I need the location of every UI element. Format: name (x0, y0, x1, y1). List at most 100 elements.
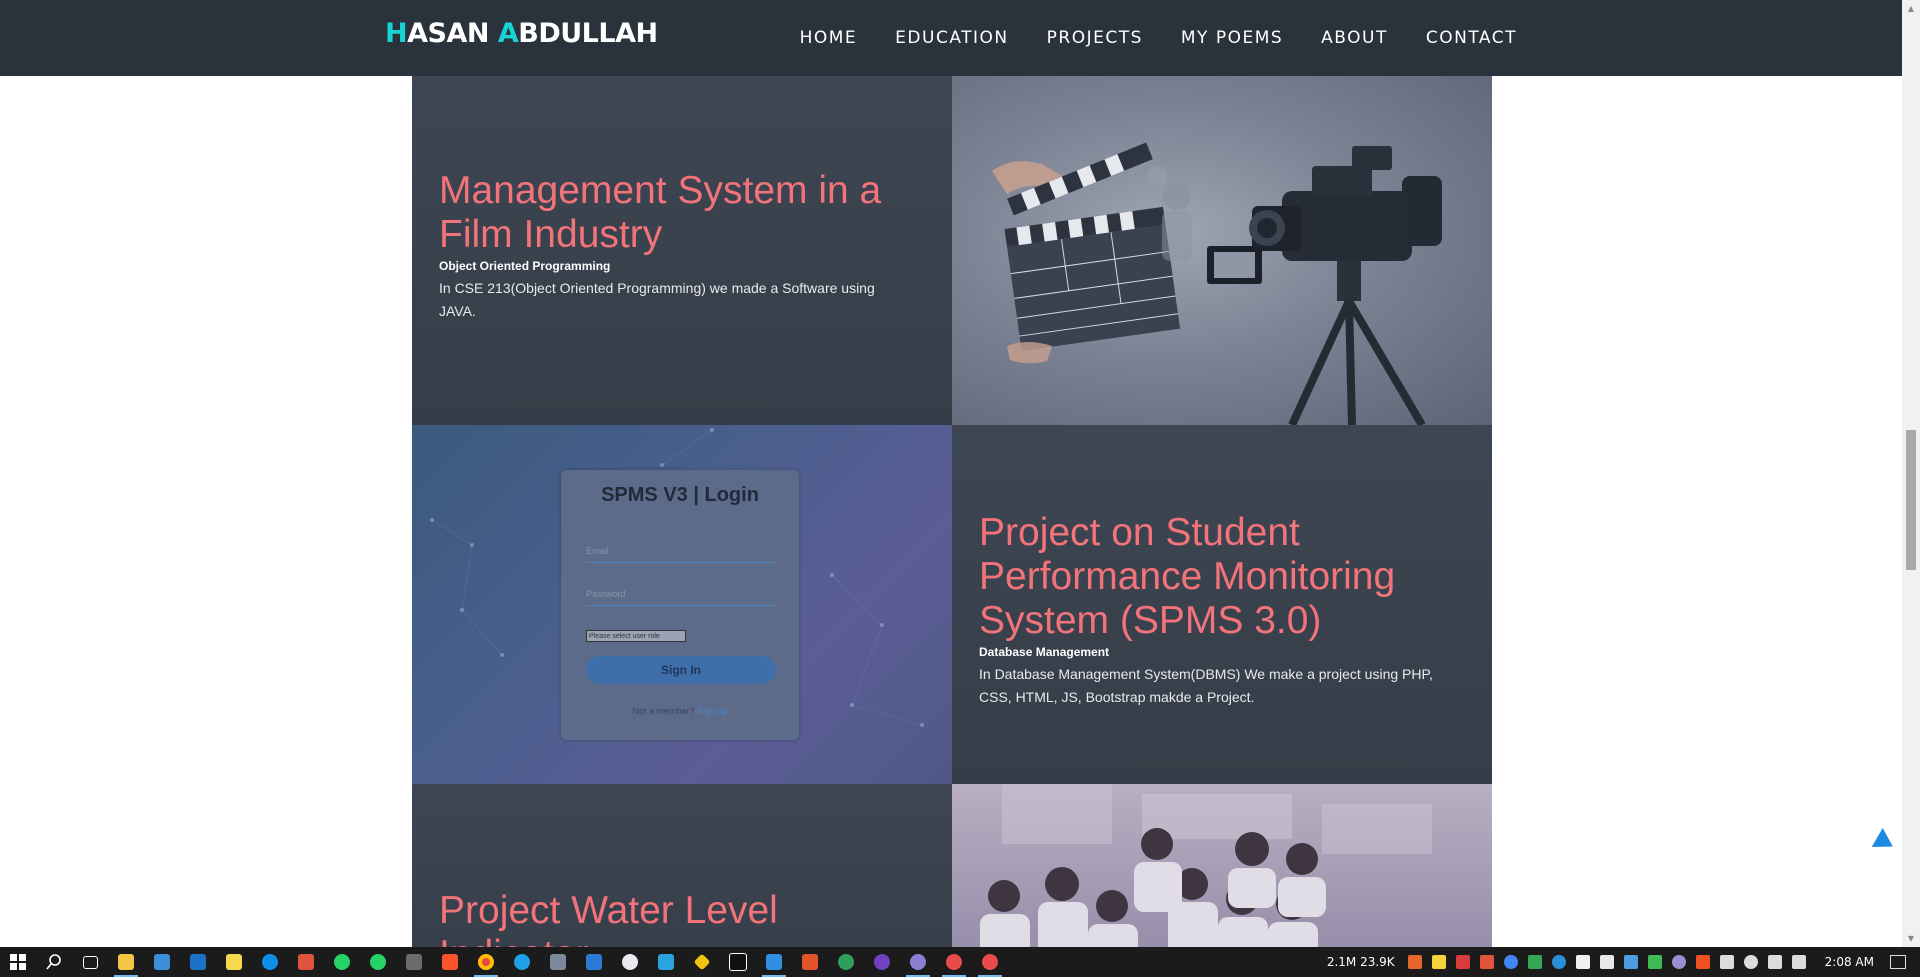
wifi-icon[interactable] (1767, 955, 1782, 969)
notifications-icon[interactable] (1890, 955, 1906, 969)
taskbar-mail[interactable] (180, 947, 216, 977)
music-icon (622, 954, 638, 970)
start-button[interactable] (0, 947, 36, 977)
volume-icon[interactable] (1791, 955, 1806, 969)
login-footer: Not a member? Sign up (561, 706, 799, 716)
login-footer-text: Not a member? (632, 706, 695, 716)
taskbar-app-blue[interactable] (576, 947, 612, 977)
drive-icon[interactable] (1527, 955, 1542, 969)
app-purple-icon (910, 954, 926, 970)
teamviewer-icon (262, 954, 278, 970)
store-icon (154, 954, 170, 970)
nav-my-poems[interactable]: MY POEMS (1181, 28, 1283, 48)
nav-about[interactable]: ABOUT (1321, 28, 1388, 48)
windows-security-icon[interactable] (1695, 955, 1710, 969)
login-title: SPMS V3 | Login (601, 484, 759, 506)
taskbar-teamviewer[interactable] (252, 947, 288, 977)
task-view-button[interactable] (72, 947, 108, 977)
nav-projects[interactable]: PROJECTS (1047, 28, 1143, 48)
spms-login-screenshot: SPMS V3 | Login Email Password Please se… (412, 425, 952, 784)
taskbar-edge[interactable] (504, 947, 540, 977)
taskbar-pycharm[interactable] (720, 947, 756, 977)
speaker-alert-icon[interactable] (1407, 955, 1422, 969)
top-navbar: HASAN ABDULLAH HOME EDUCATION PROJECTS M… (0, 0, 1902, 76)
clapperboard-camera-illustration (992, 142, 1442, 425)
whatsapp-icon (334, 954, 350, 970)
notes-icon[interactable] (1431, 955, 1446, 969)
project-card-film: Management System in a Film Industry Obj… (412, 76, 952, 425)
taskbar-app-redwhite-2[interactable] (972, 947, 1008, 977)
taskbar-app-purple[interactable] (900, 947, 936, 977)
taskbar-file-explorer[interactable] (108, 947, 144, 977)
network-speed: 2.1M 23.9K (1326, 955, 1395, 969)
email-field: Email (586, 540, 776, 563)
shield-icon[interactable] (1455, 955, 1470, 969)
nav-menu: HOME EDUCATION PROJECTS MY POEMS ABOUT C… (800, 0, 1517, 76)
site-logo[interactable]: HASAN ABDULLAH (385, 18, 658, 49)
nav-education[interactable]: EDUCATION (895, 28, 1008, 48)
taskbar-vscode[interactable] (756, 947, 792, 977)
taskbar-brave[interactable] (432, 947, 468, 977)
project-subtitle: Database Management (979, 645, 1110, 659)
folder-icon (118, 954, 134, 970)
page-scrollbar[interactable]: ▲ ▼ (1902, 0, 1920, 947)
scroll-down-arrow-icon[interactable]: ▼ (1902, 930, 1920, 947)
logo-last-rest: BDULLAH (518, 18, 658, 49)
pycharm-icon (729, 953, 747, 971)
floating-arrow-icon[interactable] (1871, 827, 1899, 857)
system-tray: 2.1M 23.9K 2:08 AM (1327, 947, 1920, 977)
device-icon[interactable] (1599, 955, 1614, 969)
taskbar-office[interactable] (792, 947, 828, 977)
project-title: Project Water Level Indicator (439, 889, 778, 947)
taskbar-app-cyan[interactable] (648, 947, 684, 977)
user-role-select: Please select user role (586, 630, 686, 642)
usb-icon[interactable] (1575, 955, 1590, 969)
taskbar-app-redwhite[interactable] (936, 947, 972, 977)
search-button[interactable] (36, 947, 72, 977)
scroll-up-arrow-icon[interactable]: ▲ (1902, 0, 1920, 17)
app-cyan-icon (658, 954, 674, 970)
project-title: Project on Student Performance Monitorin… (979, 511, 1396, 642)
taskbar-git[interactable] (684, 947, 720, 977)
taskbar-whatsapp[interactable] (324, 947, 360, 977)
app-blue-icon (586, 954, 602, 970)
windows-taskbar: 2.1M 23.9K 2:08 AM (0, 947, 1920, 977)
project-title: Management System in a Film Industry (439, 169, 882, 256)
chrome-tray-icon[interactable] (1503, 955, 1518, 969)
logo-initial-last: A (497, 18, 519, 49)
vscode-icon (766, 954, 782, 970)
project-description: In Database Management System(DBMS) We m… (979, 666, 1433, 705)
clock[interactable]: 2:08 AM (1825, 955, 1874, 969)
taskbar-app-green[interactable] (828, 947, 864, 977)
app-purple-tray-icon[interactable] (1671, 955, 1686, 969)
taskbar-calculator[interactable] (396, 947, 432, 977)
chrome-icon (478, 954, 494, 970)
app-redwhite-icon (982, 954, 998, 970)
taskbar-store[interactable] (144, 947, 180, 977)
task-view-icon (82, 955, 98, 969)
project-card-water-level: Project Water Level Indicator (412, 784, 952, 947)
taskbar-itunes[interactable] (612, 947, 648, 977)
taskbar-whatsapp-2[interactable] (360, 947, 396, 977)
app-green-tray-icon[interactable] (1647, 955, 1662, 969)
taskbar-github[interactable] (864, 947, 900, 977)
network-icon[interactable] (1719, 955, 1734, 969)
nav-home[interactable]: HOME (800, 28, 858, 48)
nav-contact[interactable]: CONTACT (1426, 28, 1517, 48)
taskbar-chrome[interactable] (468, 947, 504, 977)
logo-first-rest: ASAN (407, 18, 498, 49)
taskbar-app-red[interactable] (288, 947, 324, 977)
logo-initial-first: H (385, 18, 408, 49)
students-illustration (980, 784, 1432, 947)
app-tray-icon[interactable] (1479, 955, 1494, 969)
windows-logo-icon (10, 954, 26, 970)
scrollbar-thumb[interactable] (1906, 430, 1916, 570)
app-red-icon (298, 954, 314, 970)
taskbar-camera[interactable] (540, 947, 576, 977)
onedrive-cloud-icon[interactable] (1743, 955, 1758, 969)
taskbar-sticky-notes[interactable] (216, 947, 252, 977)
students-group-photo (952, 784, 1492, 947)
sync-icon[interactable] (1551, 955, 1566, 969)
bluetooth-icon[interactable] (1623, 955, 1638, 969)
sign-in-button: Sign In (586, 656, 776, 684)
